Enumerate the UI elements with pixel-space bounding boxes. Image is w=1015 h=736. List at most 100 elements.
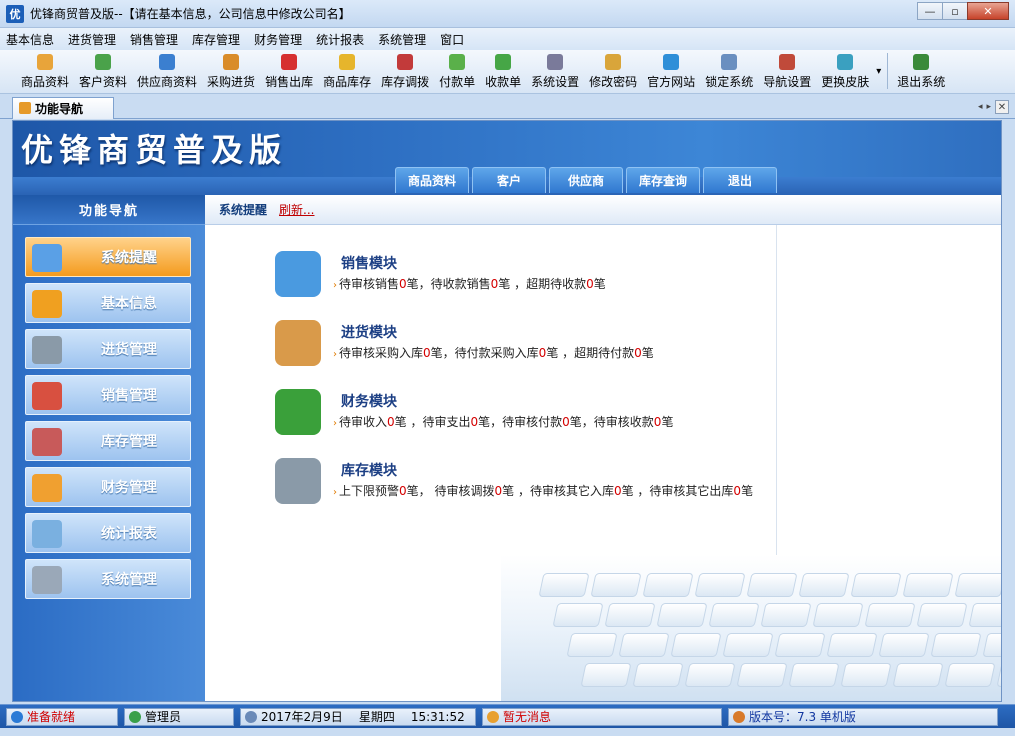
menu-item[interactable]: 财务管理 — [254, 31, 302, 48]
menu-item[interactable]: 销售管理 — [130, 31, 178, 48]
toolbar-button[interactable]: 系统设置 — [526, 54, 584, 93]
module-title[interactable]: 销售模块 — [341, 253, 397, 273]
refresh-link[interactable]: 刷新... — [279, 201, 314, 218]
toolbar-button[interactable]: 导航设置 — [758, 54, 816, 93]
keyboard-key — [812, 603, 864, 627]
tab-prev-icon[interactable]: ◂ — [978, 102, 983, 112]
summary-count[interactable]: 0 — [423, 346, 431, 360]
window-title: 优锋商贸普及版--【请在基本信息，公司信息中修改公司名】 — [30, 7, 351, 21]
status-message-text: 暂无消息 — [503, 710, 552, 724]
nav-item[interactable]: 统计报表 — [25, 513, 191, 553]
tab-close-button[interactable]: ✕ — [995, 100, 1009, 114]
menu-item[interactable]: 统计报表 — [316, 31, 364, 48]
toolbar-label: 更换皮肤 — [821, 75, 870, 89]
toolbar-label: 采购进货 — [207, 75, 256, 89]
toolbar-button[interactable]: 收款单 — [480, 54, 526, 93]
keyboard-key — [736, 663, 788, 687]
keyboard-key — [774, 633, 826, 657]
tab-function-nav[interactable]: 功能导航 — [12, 97, 114, 119]
summary-count[interactable]: 0 — [562, 415, 570, 429]
menu-item[interactable]: 系统管理 — [378, 31, 426, 48]
banner-tab[interactable]: 客户 — [472, 167, 546, 193]
module-title[interactable]: 库存模块 — [341, 460, 397, 480]
toolbar-more-icon[interactable]: ▾ — [874, 66, 883, 93]
toolbar-button[interactable]: 供应商资料 — [132, 54, 202, 93]
module-summary: › 上下限预警0笔， 待审核调拨0笔 ，待审核其它入库0笔 ，待审核其它出库0笔 — [333, 482, 753, 499]
summary-count[interactable]: 0 — [494, 484, 502, 498]
nav-item-label: 财务管理 — [101, 480, 157, 496]
summary-count[interactable]: 0 — [399, 484, 407, 498]
menu-item[interactable]: 进货管理 — [68, 31, 116, 48]
status-message[interactable]: 暂无消息 — [482, 707, 722, 726]
menu-item[interactable]: 窗口 — [440, 31, 464, 48]
module-summary: › 待审核销售0笔，待收款销售0笔 ，超期待收款0笔 — [333, 275, 606, 292]
window-bottom-edge — [0, 728, 1015, 736]
summary-count[interactable]: 0 — [733, 484, 741, 498]
tab-next-icon[interactable]: ▸ — [986, 102, 991, 112]
nav-item[interactable]: 库存管理 — [25, 421, 191, 461]
module-1: 进货模块 › 待审核采购入库0笔，待付款采购入库0笔 ，超期待付款0笔 — [275, 320, 795, 376]
content-header: 系统提醒 刷新... — [205, 195, 1001, 225]
banner-tabs: 商品资料 客户 供应商 库存查询 退出 — [395, 167, 777, 193]
maximize-button[interactable]: ▫ — [942, 2, 968, 20]
nav-item[interactable]: 系统提醒 — [25, 237, 191, 277]
summary-text: 上下限预警 — [339, 484, 400, 498]
home-version-icon — [733, 710, 745, 723]
keyboard-key — [604, 603, 656, 627]
summary-count[interactable]: 0 — [399, 277, 407, 291]
summary-count[interactable]: 0 — [586, 277, 594, 291]
toolbar-button[interactable]: 官方网站 — [642, 54, 700, 93]
toolbar-button[interactable]: 采购进货 — [202, 54, 260, 93]
nav-item-label: 进货管理 — [101, 342, 157, 358]
toolbar-button[interactable]: 商品库存 — [318, 54, 376, 93]
menu-item[interactable]: 库存管理 — [192, 31, 240, 48]
nav-item[interactable]: 系统管理 — [25, 559, 191, 599]
status-datetime: 2017年2月9日 星期四 15:31:52 — [240, 707, 476, 726]
toolbar-button[interactable]: 商品资料 — [16, 54, 74, 93]
keyboard-key — [746, 573, 798, 597]
toolbar-button[interactable]: 修改密码 — [584, 54, 642, 93]
exit-icon — [913, 54, 930, 70]
keyboard-key — [850, 573, 902, 597]
summary-text: 笔，待付款采购入库 — [430, 346, 539, 360]
stock-icon — [339, 54, 356, 70]
summary-count[interactable]: 0 — [614, 484, 622, 498]
exit-button[interactable]: 退出系统 — [892, 54, 950, 93]
nav-item[interactable]: 基本信息 — [25, 283, 191, 323]
summary-count[interactable]: 0 — [634, 346, 642, 360]
banner-title: 优锋商贸普及版 — [21, 131, 288, 169]
nav-item[interactable]: 进货管理 — [25, 329, 191, 369]
banner-tab[interactable]: 库存查询 — [626, 167, 700, 193]
toolbar-button[interactable]: 销售出库 — [260, 54, 318, 93]
close-button[interactable]: ✕ — [967, 2, 1009, 20]
banner-tab[interactable]: 供应商 — [549, 167, 623, 193]
summary-count[interactable]: 0 — [470, 415, 478, 429]
purchase-module-icon — [275, 320, 321, 366]
keyboard-key — [722, 633, 774, 657]
minimize-button[interactable]: — — [917, 2, 943, 20]
nav-item-label: 销售管理 — [101, 388, 157, 404]
module-title[interactable]: 进货模块 — [341, 322, 397, 342]
banner-tab[interactable]: 退出 — [703, 167, 777, 193]
tab-nav: ◂ ▸ ✕ — [978, 100, 1009, 114]
keyboard-key — [930, 633, 982, 657]
toolbar-label: 导航设置 — [763, 75, 812, 89]
key-icon — [605, 54, 622, 70]
nav-item[interactable]: 财务管理 — [25, 467, 191, 507]
toolbar-label: 系统设置 — [531, 75, 580, 89]
nav-item[interactable]: 销售管理 — [25, 375, 191, 415]
toolbar-button[interactable]: 更换皮肤 — [816, 54, 874, 93]
keyboard-key — [580, 663, 632, 687]
keyboard-key — [552, 603, 604, 627]
toolbar-button[interactable]: 客户资料 — [74, 54, 132, 93]
menu-item[interactable]: 基本信息 — [6, 31, 54, 48]
module-title[interactable]: 财务模块 — [341, 391, 397, 411]
summary-count[interactable]: 0 — [387, 415, 395, 429]
nav-item-label: 统计报表 — [101, 526, 157, 542]
bullet-arrow-icon: › — [333, 280, 337, 291]
banner-tab[interactable]: 商品资料 — [395, 167, 469, 193]
toolbar-button[interactable]: 付款单 — [434, 54, 480, 93]
toolbar-button[interactable]: 库存调拨 — [376, 54, 434, 93]
toolbar-button[interactable]: 锁定系统 — [700, 54, 758, 93]
user-icon — [129, 710, 141, 723]
